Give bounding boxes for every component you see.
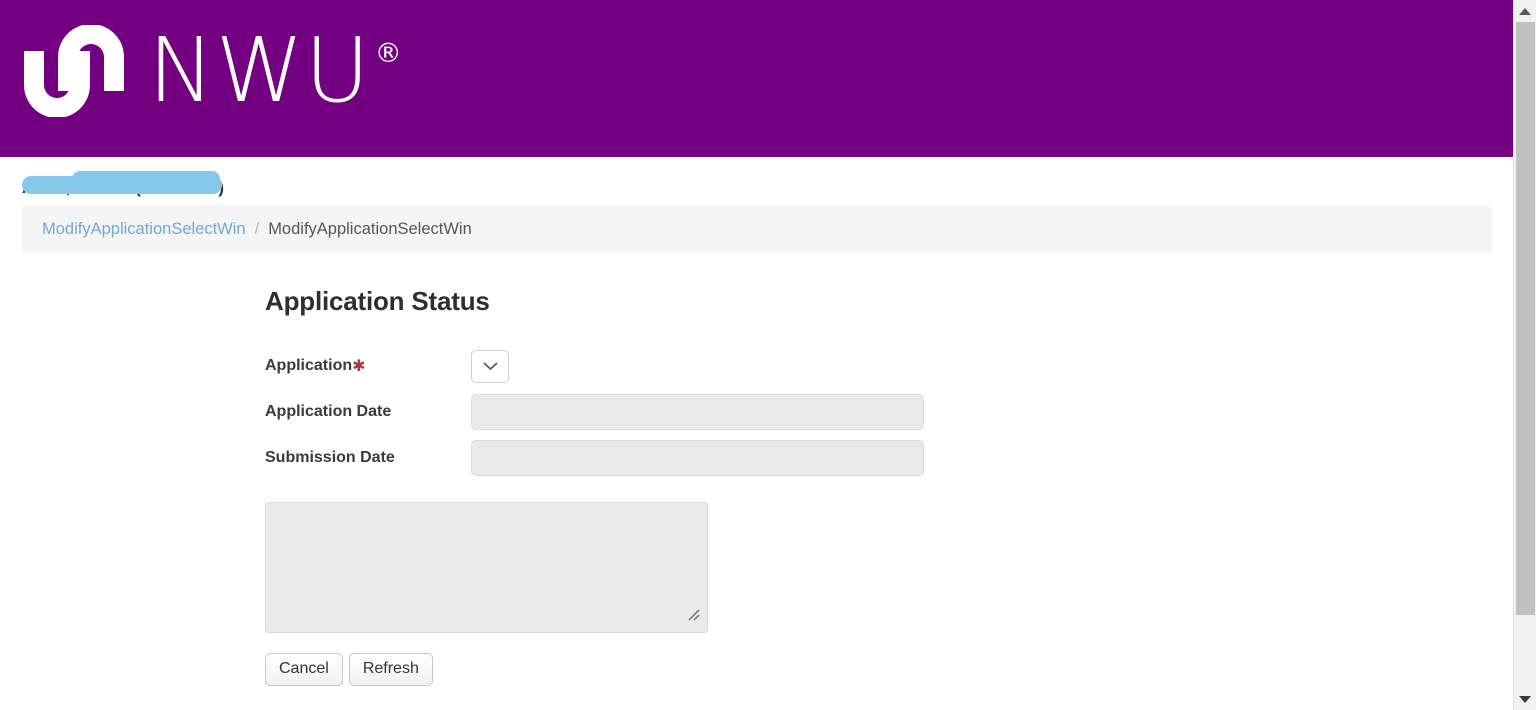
submission-date-label: Submission Date [265,449,395,466]
application-date-label: Application Date [265,403,392,420]
redaction-highlight [22,171,222,194]
scroll-down-arrow-icon [1519,695,1531,703]
breadcrumb: ModifyApplicationSelectWin / ModifyAppli… [22,205,1492,253]
main-content: Application Status Application✱ Applicat… [265,286,1365,686]
required-asterisk-icon: ✱ [352,358,366,375]
scroll-up-button[interactable] [1514,0,1536,22]
brand-wordmark: NWU ® [148,18,402,123]
breadcrumb-link[interactable]: ModifyApplicationSelectWin [42,220,246,239]
breadcrumb-current: ModifyApplicationSelectWin [268,219,472,238]
brand-logo[interactable]: NWU ® [22,18,402,123]
application-label: Application✱ [265,356,471,376]
scroll-up-arrow-icon [1519,7,1531,15]
vertical-scrollbar[interactable] [1513,0,1536,710]
form-actions: Cancel Refresh [265,653,1365,686]
application-label-text: Application [265,357,353,374]
page-viewport: NWU ® AS12, AS MR (12345678) ModifyAppli… [0,0,1513,710]
scrollbar-thumb[interactable] [1516,22,1535,615]
site-header: NWU ® [0,0,1513,157]
chevron-down-icon [483,362,497,370]
brand-name-text: NWU [148,18,371,123]
scroll-down-button[interactable] [1514,688,1536,710]
page-title: Application Status [265,286,490,316]
breadcrumb-separator: / [254,219,260,238]
submission-date-input[interactable] [471,440,924,476]
application-date-input[interactable] [471,394,924,430]
user-identity-line: AS12, AS MR (12345678) [22,171,302,202]
application-select[interactable] [471,349,509,383]
registered-trademark-icon: ® [374,38,402,70]
cancel-button[interactable]: Cancel [265,653,343,686]
notes-textarea[interactable] [265,502,708,633]
nwu-interlocking-logo-icon [24,24,124,117]
form-row-application: Application✱ [265,347,1365,385]
refresh-button[interactable]: Refresh [348,653,433,686]
form-row-submission-date: Submission Date [265,439,1365,477]
form-row-application-date: Application Date [265,393,1365,431]
